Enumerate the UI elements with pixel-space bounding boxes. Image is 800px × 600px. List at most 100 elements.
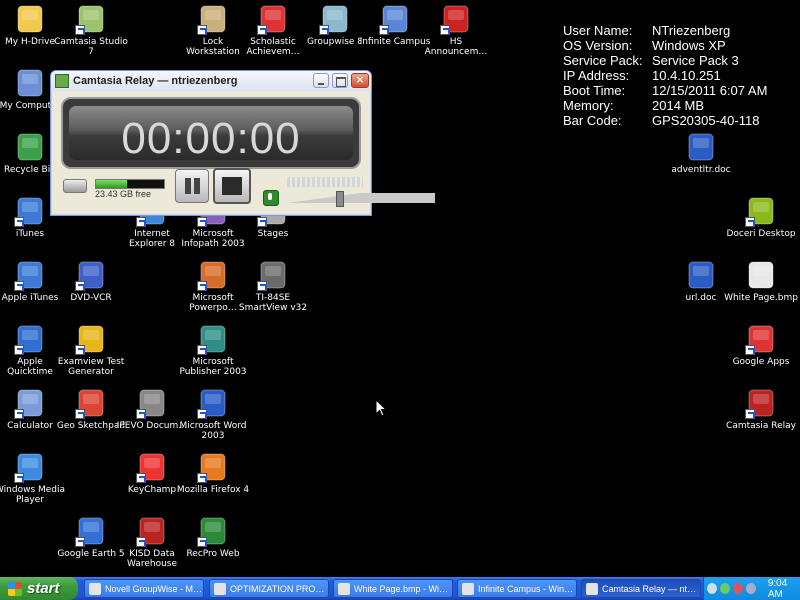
shortcut-arrow-icon [197,537,207,547]
desktop-icon-doceri[interactable]: Doceri Desktop [724,195,798,239]
desktop-icon-label: Camtasia Relay [726,421,796,431]
desktop-icon-white-page[interactable]: White Page.bmp [724,259,798,303]
pause-button[interactable] [175,169,209,203]
desktop-icon-label: DVD-VCR [70,293,112,303]
start-button[interactable]: start [0,577,78,600]
bginfo-key: Bar Code: [563,113,622,128]
drive-icon [63,179,87,193]
desktop-icon-google-apps[interactable]: Google Apps [724,323,798,367]
shortcut-arrow-icon [197,217,207,227]
bginfo-key: User Name: [563,23,633,38]
task-label: OPTIMIZATION PRO… [230,583,325,594]
stop-button[interactable] [213,168,251,204]
taskbar-button[interactable]: OPTIMIZATION PRO… [209,579,329,598]
desktop-icon-label: Windows Media Player [0,485,66,505]
desktop-icon-adventltr[interactable]: adventltr.doc [664,131,738,175]
taskbar-button[interactable]: Infinite Campus - Win… [457,579,577,598]
shortcut-arrow-icon [197,409,207,419]
shortcut-arrow-icon [197,473,207,483]
window-titlebar[interactable]: Camtasia Relay — ntriezenberg × [51,71,371,91]
shortcut-arrow-icon [745,217,755,227]
firefox-icon [197,451,229,483]
bginfo-row: IP Address: 10.4.10.251 [563,68,767,83]
desktop-icon-hs-announcement[interactable]: HS Announcem… [419,3,493,57]
shortcut-arrow-icon [75,25,85,35]
microphone-icon[interactable] [263,190,279,206]
desktop-icon-recpro-web[interactable]: RecPro Web [176,515,250,559]
bginfo-value: Service Pack 3 [652,53,739,68]
stop-icon [222,177,242,195]
desktop-icon-publisher[interactable]: Microsoft Publisher 2003 [176,323,250,377]
taskbar-button[interactable]: Novell GroupWise - M… [84,579,204,598]
ipevo-icon [136,387,168,419]
task-app-icon [338,582,350,595]
camtasia-relay-window: Camtasia Relay — ntriezenberg × 00:00:00… [50,70,435,216]
shortcut-arrow-icon [197,345,207,355]
keychamp-icon [136,451,168,483]
start-label: start [27,580,60,597]
task-app-icon [586,582,598,595]
disk-free-text: 23.43 GB free [95,189,152,199]
shortcut-arrow-icon [379,25,389,35]
task-label: Novell GroupWise - M… [105,583,203,594]
mouse-cursor-icon [375,399,387,417]
dvd-vcr-icon [75,259,107,291]
shortcut-arrow-icon [319,25,329,35]
shortcut-arrow-icon [257,25,267,35]
itunes-icon [14,195,46,227]
taskbar: start Novell GroupWise - M… OPTIMIZATION … [0,577,800,600]
desktop-icon-label: RecPro Web [186,549,240,559]
bginfo-key: Memory: [563,98,614,113]
audio-level-meter [287,177,363,187]
tray-chevron-icon[interactable] [707,583,717,594]
tray-security-icon[interactable] [732,583,743,594]
desktop-icon-examview[interactable]: Examview Test Generator [54,323,128,377]
bginfo-key: Service Pack: [563,53,643,68]
disk-space-fill [96,180,127,188]
bginfo-panel: User Name: NTriezenberg OS Version: Windows… [563,23,767,128]
infinite-campus-icon [379,3,411,35]
bginfo-key: Boot Time: [563,83,626,98]
shortcut-arrow-icon [136,473,146,483]
task-app-icon [214,582,226,595]
desktop-icon-windows-media-player[interactable]: Windows Media Player [0,451,67,505]
my-h-drive-icon [14,3,46,35]
system-tray: 9:04 AM [703,577,800,600]
timer-text: 00:00:00 [121,114,301,163]
powerpoint-icon [197,259,229,291]
shortcut-arrow-icon [14,217,24,227]
shortcut-arrow-icon [14,345,24,355]
shortcut-arrow-icon [257,217,267,227]
pause-icon [185,178,191,194]
ti-84se-icon [257,259,289,291]
desktop-icon-word[interactable]: Microsoft Word 2003 [176,387,250,441]
taskbar-button[interactable]: Camtasia Relay — nt… [581,579,701,598]
volume-slider[interactable] [287,191,435,207]
close-button[interactable]: × [351,73,369,88]
bginfo-row: Service Pack: Service Pack 3 [563,53,767,68]
lock-workstation-icon [197,3,229,35]
desktop-icon-dvd-vcr[interactable]: DVD-VCR [54,259,128,303]
window-title: Camtasia Relay — ntriezenberg [73,75,238,87]
camtasia-studio-icon [75,3,107,35]
google-earth-icon [75,515,107,547]
desktop-icon-label: Microsoft Publisher 2003 [179,357,247,377]
desktop-icon-camtasia-relay[interactable]: Camtasia Relay [724,387,798,431]
maximize-button[interactable] [332,73,348,88]
doceri-icon [745,195,777,227]
recycle-bin-icon [14,131,46,163]
desktop-icon-firefox[interactable]: Mozilla Firefox 4 [176,451,250,495]
bginfo-row: Memory: 2014 MB [563,98,767,113]
publisher-icon [197,323,229,355]
desktop-icon-label: HS Announcem… [424,37,488,57]
desktop-icon-label: Stages [257,229,289,239]
tray-volume-icon[interactable] [745,583,756,594]
minimize-button[interactable] [313,73,329,88]
clock[interactable]: 9:04 AM [768,578,800,600]
volume-thumb[interactable] [336,191,344,207]
tray-network-icon[interactable] [719,583,730,594]
shortcut-arrow-icon [75,409,85,419]
desktop-icon-ti-84se[interactable]: TI-84SE SmartView v32 [236,259,310,313]
taskbar-button[interactable]: White Page.bmp - Wi… [333,579,453,598]
desktop-icon-camtasia-studio[interactable]: Camtasia Studio 7 [54,3,128,57]
